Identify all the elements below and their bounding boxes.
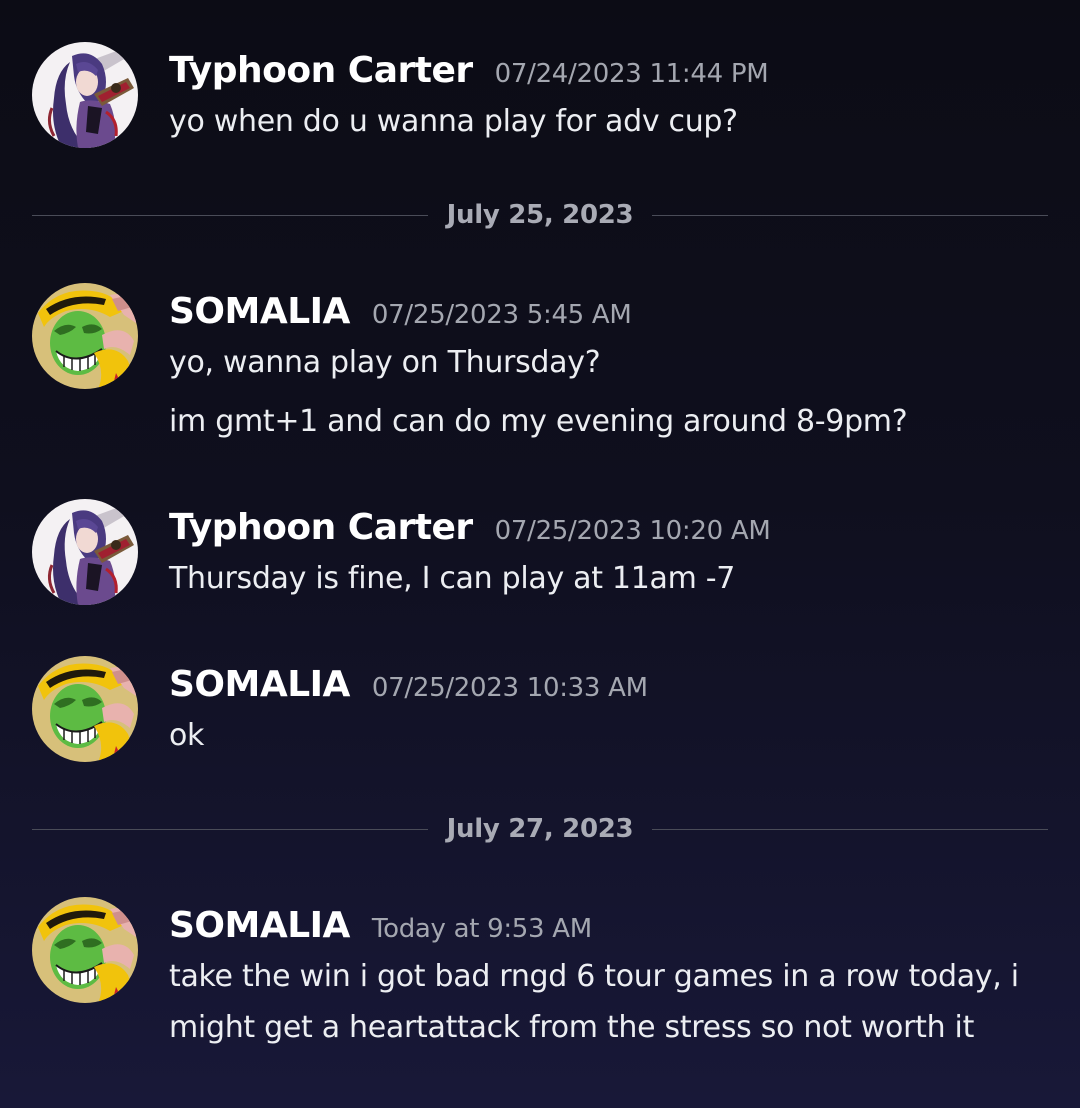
date-divider: July 25, 2023: [32, 200, 1048, 230]
timestamp[interactable]: 07/25/2023 5:45 AM: [372, 300, 632, 330]
username[interactable]: SOMALIA: [169, 664, 350, 705]
user-avatar-typhoon-carter[interactable]: [32, 42, 138, 148]
chat-message-list: Typhoon Carter 07/24/2023 11:44 PM yo wh…: [0, 0, 1080, 1108]
green-mask-avatar-icon: [32, 897, 138, 1003]
username[interactable]: Typhoon Carter: [169, 50, 473, 91]
green-mask-avatar-icon: [32, 656, 138, 762]
message-text: im gmt+1 and can do my evening around 8-…: [169, 404, 908, 439]
green-mask-avatar-icon: [32, 283, 138, 389]
anime-character-avatar-icon: [32, 42, 138, 148]
message-text: yo, wanna play on Thursday?: [169, 345, 601, 380]
message-header: Typhoon Carter 07/24/2023 11:44 PM: [169, 50, 769, 91]
timestamp[interactable]: 07/25/2023 10:33 AM: [372, 673, 648, 703]
message-text: might get a heartattack from the stress …: [169, 1010, 975, 1045]
username[interactable]: Typhoon Carter: [169, 507, 473, 548]
user-avatar-typhoon-carter[interactable]: [32, 499, 138, 605]
divider-rule: [652, 215, 1048, 216]
timestamp[interactable]: Today at 9:53 AM: [372, 914, 592, 944]
message-text: Thursday is fine, I can play at 11am -7: [169, 561, 736, 596]
message-text: yo when do u wanna play for adv cup?: [169, 104, 738, 139]
user-avatar-somalia[interactable]: [32, 897, 138, 1003]
message-text: ok: [169, 718, 205, 753]
message-text: take the win i got bad rngd 6 tour games…: [169, 959, 1019, 994]
username[interactable]: SOMALIA: [169, 291, 350, 332]
username[interactable]: SOMALIA: [169, 905, 350, 946]
user-avatar-somalia[interactable]: [32, 283, 138, 389]
message-header: SOMALIA Today at 9:53 AM: [169, 905, 592, 946]
message-header: Typhoon Carter 07/25/2023 10:20 AM: [169, 507, 771, 548]
date-divider: July 27, 2023: [32, 814, 1048, 844]
timestamp[interactable]: 07/25/2023 10:20 AM: [495, 516, 771, 546]
divider-rule: [652, 829, 1048, 830]
message-header: SOMALIA 07/25/2023 10:33 AM: [169, 664, 648, 705]
timestamp[interactable]: 07/24/2023 11:44 PM: [495, 59, 769, 89]
message-header: SOMALIA 07/25/2023 5:45 AM: [169, 291, 632, 332]
anime-character-avatar-icon: [32, 499, 138, 605]
user-avatar-somalia[interactable]: [32, 656, 138, 762]
